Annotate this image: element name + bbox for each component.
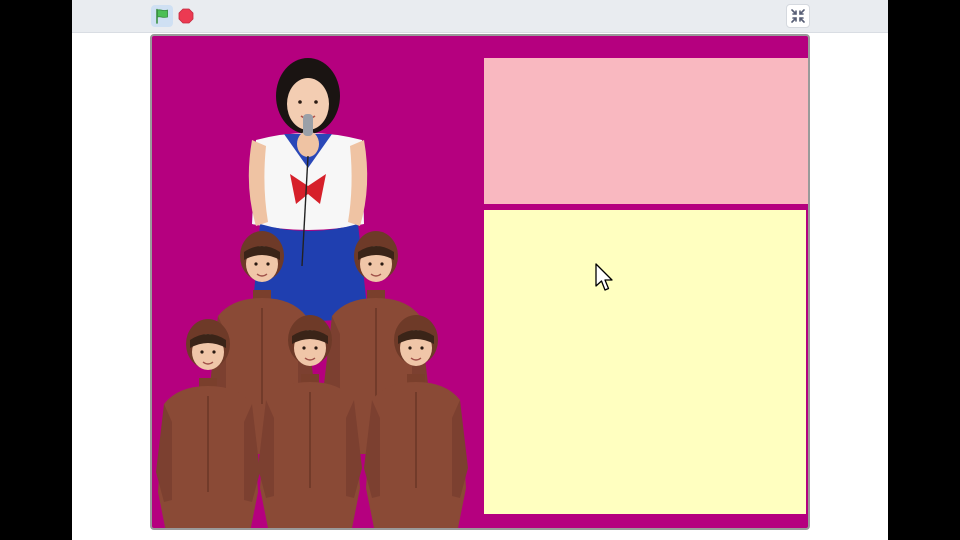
shrink-icon [791,9,805,23]
exit-fullscreen-button[interactable] [786,4,810,28]
stop-button[interactable] [177,7,195,25]
player-toolbar [72,0,888,33]
mouse-pointer-icon [595,263,613,291]
bottom-panel [484,210,806,514]
stage[interactable] [150,34,810,530]
green-flag-icon [156,8,168,24]
green-flag-button[interactable] [151,5,173,27]
top-panel [484,58,808,204]
sprites-layer [155,58,469,528]
player-window [72,0,888,540]
singer-sailor-costume [248,58,368,321]
stop-icon [178,8,194,24]
